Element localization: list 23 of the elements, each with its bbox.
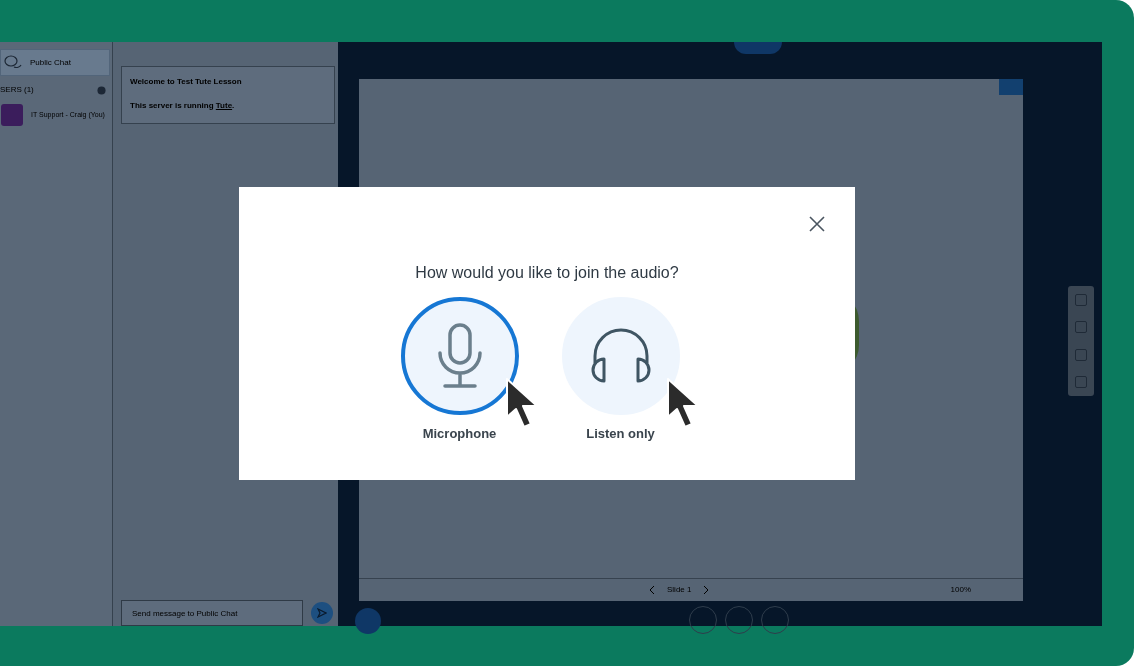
user-avatar <box>1 104 23 126</box>
close-button[interactable] <box>809 216 825 232</box>
public-chat-button[interactable]: Public Chat <box>0 49 110 76</box>
audio-option-button[interactable]: Listen only <box>562 297 679 444</box>
users-heading: SERS (1) <box>0 84 34 96</box>
welcome-text: Welcome to Test Tute Lesson <box>130 76 243 88</box>
audio-option-button[interactable]: Microphone <box>401 297 518 444</box>
dialog-title: How would you like to join the audio? <box>415 263 679 283</box>
recording-indicator <box>734 42 782 54</box>
add-button[interactable] <box>355 608 381 634</box>
server-text: This server is running Tute. <box>130 100 236 112</box>
microphone-icon <box>436 323 483 389</box>
message-input-field[interactable]: Send message to Public Chat <box>121 600 303 626</box>
headphones-icon <box>589 327 652 385</box>
zoom-level: 100% <box>950 584 971 596</box>
settings-icon[interactable] <box>97 85 106 95</box>
next-icon[interactable] <box>703 585 710 595</box>
send-icon <box>317 608 327 618</box>
chat-bubbles-icon <box>4 54 22 71</box>
close-icon <box>809 216 825 232</box>
send-button[interactable] <box>311 602 333 624</box>
previous-icon[interactable] <box>649 585 655 595</box>
slide-selector[interactable]: Slide 1 <box>667 584 692 596</box>
